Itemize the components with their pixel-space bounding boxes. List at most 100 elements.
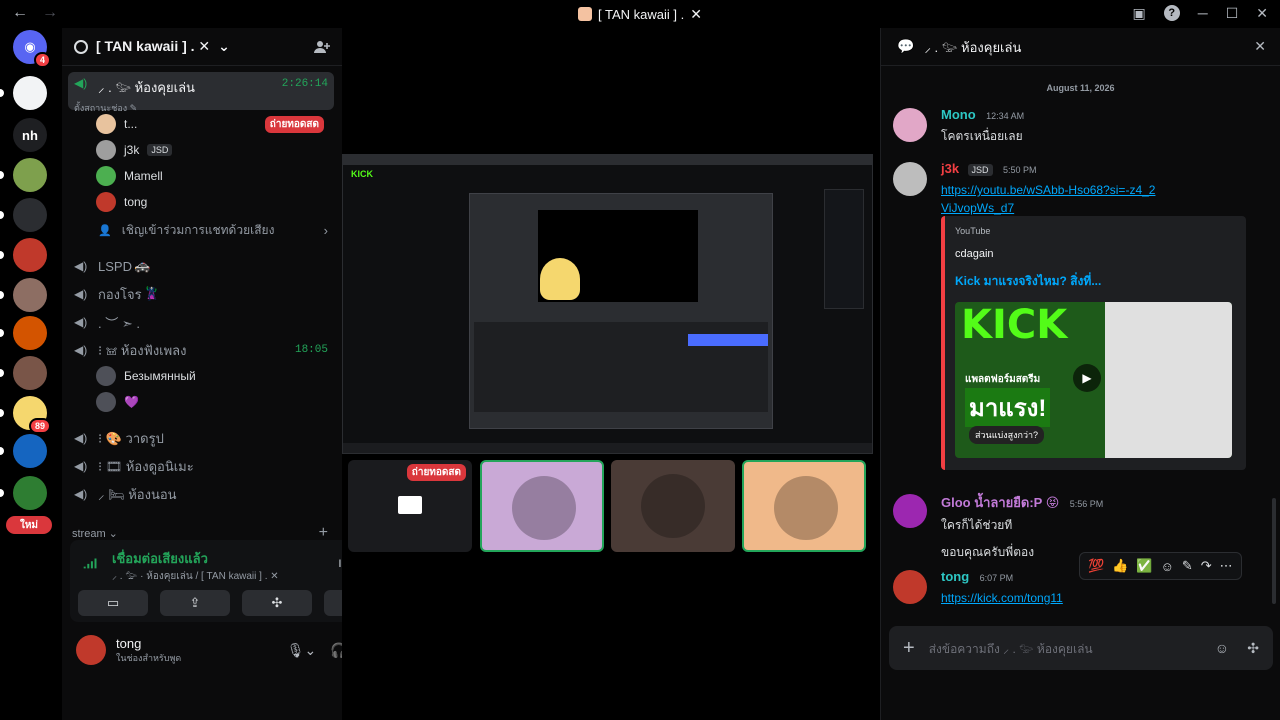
back-arrow-icon[interactable]: ← bbox=[12, 4, 28, 22]
voice-user[interactable]: 💜 bbox=[96, 392, 139, 412]
message-author[interactable]: Mono bbox=[941, 107, 976, 122]
speaker-icon: ◀) bbox=[74, 76, 88, 90]
voice-channel[interactable]: ◀) . ︶ ➣ . bbox=[68, 310, 334, 334]
server-label: ใหม่ bbox=[19, 519, 39, 531]
avatar bbox=[96, 166, 116, 186]
avatar[interactable] bbox=[893, 162, 927, 196]
signal-icon[interactable] bbox=[82, 554, 100, 572]
thumb-brand: KICK bbox=[961, 302, 1068, 348]
server-icon-12[interactable]: ใหม่ bbox=[6, 516, 52, 534]
avatar[interactable] bbox=[893, 570, 927, 604]
channel-emoji: 🚓 bbox=[133, 258, 151, 273]
voice-user-name: Безымянный bbox=[124, 369, 196, 383]
server-icon-8[interactable] bbox=[13, 356, 47, 390]
unread-indicator bbox=[0, 211, 4, 219]
channel-voice-active[interactable]: ◀) ⸝ . 𓅰 ห้องคุยเล่น ตั้งสถานะช่อง ✎ 2:2… bbox=[68, 72, 334, 113]
voice-user[interactable]: t... ถ่ายทอดสด bbox=[96, 114, 332, 134]
server-icon-6[interactable] bbox=[13, 278, 47, 312]
embed-author[interactable]: cdagain bbox=[955, 248, 994, 260]
server-icon-7[interactable] bbox=[13, 316, 47, 350]
voice-user[interactable]: Безымянный bbox=[96, 366, 196, 386]
kick-logo: KICK bbox=[351, 169, 373, 179]
unread-indicator bbox=[0, 447, 4, 455]
voice-channel[interactable]: ◀) กองโจร 🦹 bbox=[68, 282, 334, 306]
message-link[interactable]: https://kick.com/tong11 bbox=[941, 591, 1063, 605]
speaker-icon: ◀) bbox=[74, 315, 88, 329]
server-emoji-icon bbox=[578, 7, 593, 21]
voice-channel[interactable]: ◀) LSPD 🚓 bbox=[68, 254, 334, 278]
message-composer[interactable]: + ส่งข้อความถึง ⸝ . 𓅰 ห้องคุยเล่น ☺ ✣ bbox=[889, 626, 1273, 670]
voice-channel[interactable]: ◀) ⁝ 🎞 ห้องดูอนิเมะ bbox=[68, 454, 334, 478]
server-icon-0[interactable]: ◉ 4 bbox=[13, 30, 51, 68]
invite-to-voice[interactable]: 👤 เชิญเข้าร่วมการแชทด้วยเสียง › bbox=[98, 220, 334, 240]
add-attachment-icon[interactable]: + bbox=[903, 637, 915, 660]
embed-thumbnail[interactable]: KICK แพลตฟอร์มสตรีม มาแรง! ส่วนแบ่งสูงกว… bbox=[955, 302, 1232, 458]
server-icon-10[interactable] bbox=[13, 434, 47, 468]
minimize-icon[interactable]: ─ bbox=[1198, 5, 1208, 22]
channel-status[interactable]: ตั้งสถานะช่อง ✎ bbox=[74, 101, 195, 115]
server-icon-2[interactable]: nh bbox=[13, 118, 47, 152]
avatar bbox=[774, 476, 838, 540]
unread-indicator bbox=[0, 329, 4, 337]
message-author[interactable]: tong bbox=[941, 569, 969, 584]
scrollbar[interactable] bbox=[1272, 498, 1276, 604]
server-settings-icon[interactable] bbox=[74, 39, 88, 54]
avatar[interactable] bbox=[893, 494, 927, 528]
screenshare-view[interactable]: KICK bbox=[342, 154, 873, 454]
embed-title[interactable]: Kick มาแรงจริงไหม? สิ่งที่... bbox=[955, 272, 1101, 291]
server-icon-9[interactable]: 89 bbox=[13, 396, 51, 434]
thumb-line3: ส่วนแบ่งสูงกว่า? bbox=[969, 426, 1045, 444]
message-author[interactable]: j3k bbox=[941, 161, 959, 176]
voice-channel[interactable]: ◀) ⁝ 𖠌 ห้องฟังเพลง 18:05 bbox=[68, 338, 334, 362]
avatar bbox=[96, 392, 116, 412]
server-icon-4[interactable] bbox=[13, 198, 47, 232]
server-icon-1[interactable] bbox=[13, 76, 47, 110]
history-nav: ← → bbox=[12, 4, 58, 22]
voice-user-name: Mamell bbox=[124, 169, 163, 183]
screenshare-tile[interactable]: ถ่ายทอดสด bbox=[348, 460, 472, 552]
message-link[interactable]: https://youtu.be/wSAbb-Hso68?si=-z4_2ViJ… bbox=[941, 183, 1155, 215]
server-icon-11[interactable] bbox=[13, 476, 47, 510]
avatar[interactable] bbox=[893, 108, 927, 142]
channel-name: . ︶ ➣ . bbox=[98, 315, 140, 331]
activities-button[interactable]: ✣ bbox=[242, 590, 312, 616]
message-time: 5:56 PM bbox=[1069, 499, 1104, 509]
close-window-icon[interactable]: ✕ bbox=[1256, 5, 1268, 22]
apps-icon[interactable]: ✣ bbox=[1247, 640, 1259, 657]
voice-user[interactable]: tong bbox=[96, 192, 332, 212]
screenshare-button[interactable]: ⇪ bbox=[160, 590, 230, 616]
unread-indicator bbox=[0, 89, 4, 97]
server-icon-5[interactable] bbox=[13, 238, 47, 272]
close-chat-icon[interactable]: ✕ bbox=[1254, 38, 1266, 55]
inbox-icon[interactable]: ▣ bbox=[1133, 5, 1146, 22]
voice-user[interactable]: j3k JSD bbox=[96, 140, 332, 160]
maximize-icon[interactable]: ☐ bbox=[1226, 5, 1239, 22]
add-user-icon[interactable] bbox=[314, 40, 330, 54]
browser-tabs bbox=[343, 155, 872, 165]
user-avatar[interactable] bbox=[76, 635, 106, 665]
message-line-1: ใครก็ได้ช่วยที bbox=[941, 518, 1013, 532]
vtuber-character bbox=[540, 258, 580, 300]
voice-user[interactable]: Mamell bbox=[96, 166, 332, 186]
forward-arrow-icon[interactable]: → bbox=[42, 4, 58, 22]
message-author[interactable]: Gloo น้ำลายยืด:P 😝 bbox=[941, 495, 1059, 510]
taskbar bbox=[343, 443, 872, 453]
voice-channel[interactable]: ◀) ⸝ 🛏 ห้องนอน bbox=[68, 482, 334, 506]
play-icon[interactable]: ▶ bbox=[1073, 364, 1101, 392]
unread-indicator bbox=[0, 291, 4, 299]
channel-timer: 18:05 bbox=[294, 344, 328, 356]
emoji-icon[interactable]: ☺ bbox=[1215, 640, 1229, 656]
microphone-icon[interactable]: 🎙⌄ bbox=[287, 642, 317, 659]
help-icon[interactable]: ? bbox=[1163, 5, 1180, 21]
channel-name: ⁝ 𖠌 ห้องฟังเพลง bbox=[98, 342, 187, 358]
red-hair-avatar-tile[interactable] bbox=[611, 460, 735, 552]
guild-header[interactable]: [ TAN kawaii ] . ✕ ⌄ bbox=[62, 28, 342, 66]
voice-channel-path[interactable]: ⸝ . 𓅰 · ห้องคุยเล่น / [ TAN kawaii ] . ✕ bbox=[112, 567, 279, 584]
channel-name: LSPD bbox=[98, 258, 132, 274]
anime-avatar-tile[interactable] bbox=[742, 460, 866, 552]
server-icon-3[interactable] bbox=[13, 158, 47, 192]
girl-avatar-tile[interactable] bbox=[480, 460, 604, 552]
camera-button[interactable]: ▭ bbox=[78, 590, 148, 616]
stream-stage: KICK ถ่ายทอดสด bbox=[342, 28, 880, 720]
voice-channel[interactable]: ◀) ⁝ 🎨 วาดรูป bbox=[68, 426, 334, 450]
